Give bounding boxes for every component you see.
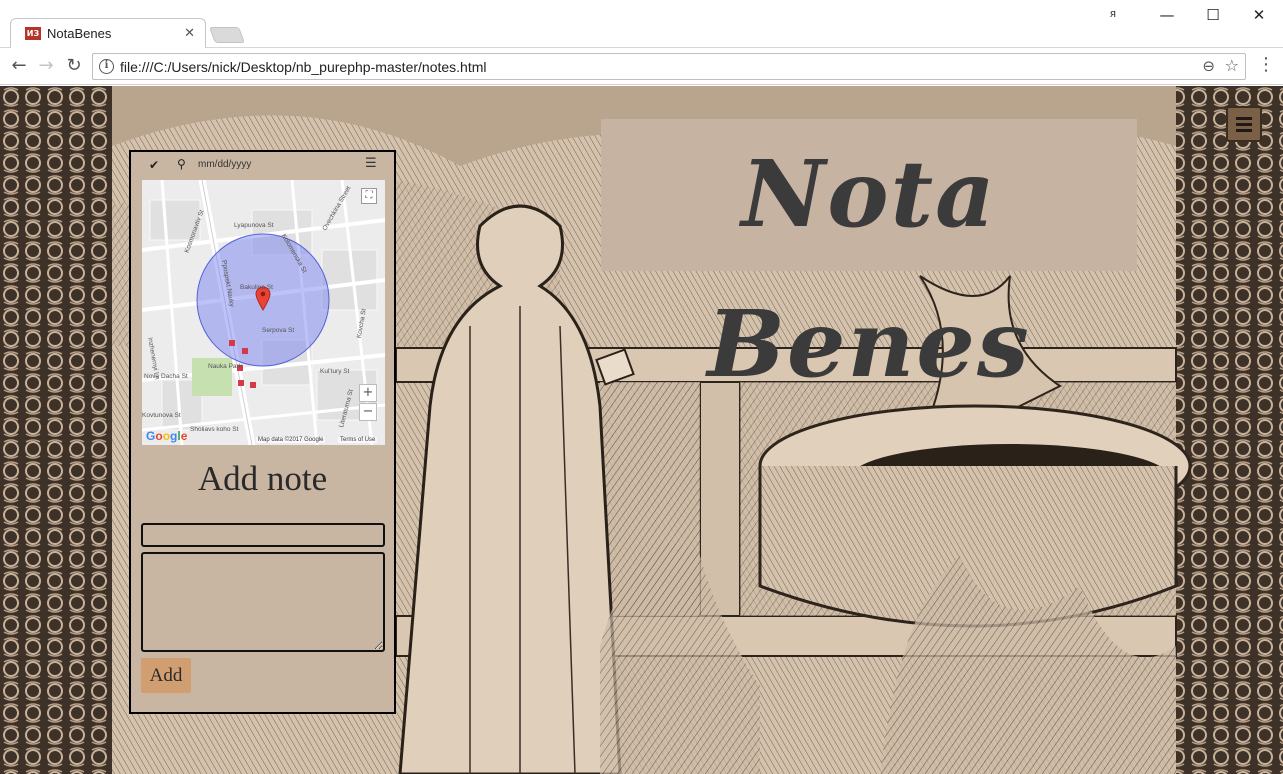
date-field[interactable]: mm/dd/yyyy — [198, 159, 251, 170]
zoom-icon[interactable]: ⊖ — [1202, 57, 1215, 75]
add-button[interactable]: Add — [141, 658, 191, 693]
logo-letter: G — [146, 429, 156, 443]
new-tab-button[interactable] — [209, 27, 245, 43]
back-button[interactable]: ← — [8, 55, 30, 77]
map-street-label: Serpova St — [262, 327, 295, 334]
logo-letter: e — [180, 429, 188, 443]
map-street-label: Kovtunova St — [142, 412, 181, 419]
menu-bar-icon — [1236, 123, 1252, 126]
browser-tab[interactable]: ИЗ NotaBenes ✕ — [10, 18, 206, 48]
map-street-label: Lyapunova St — [234, 222, 274, 229]
map-fullscreen-icon[interactable]: ⛶ — [361, 188, 377, 204]
location-map[interactable]: Kosmonavtiv St Lyapunova St Kolomenska S… — [142, 180, 385, 445]
logo-letter: o — [155, 429, 163, 443]
map-street-label: Bakulina St — [240, 284, 273, 291]
map-zoom-out-button[interactable]: − — [359, 403, 377, 421]
note-body-textarea[interactable] — [141, 552, 385, 652]
panel-menu-icon[interactable]: ☰ — [365, 156, 377, 171]
note-toolbar: ✔ ⚲ mm/dd/yyyy ☰ — [131, 152, 394, 180]
minimize-button[interactable]: — — [1144, 4, 1190, 30]
menu-bar-icon — [1236, 117, 1252, 120]
close-window-button[interactable]: ✕ — [1236, 4, 1282, 30]
tab-title: NotaBenes — [47, 26, 112, 41]
browser-titlebar: ИЗ NotaBenes ✕ я — ☐ ✕ — [0, 0, 1283, 48]
url-text[interactable]: file:///C:/Users/nick/Desktop/nb_purephp… — [120, 59, 487, 75]
note-title-input[interactable] — [141, 523, 385, 547]
add-note-panel: ✔ ⚲ mm/dd/yyyy ☰ Kosmonavtiv St Lyapunov… — [129, 150, 396, 714]
map-attribution: Map data ©2017 Google — [256, 437, 326, 443]
address-bar[interactable]: i file:///C:/Users/nick/Desktop/nb_purep… — [92, 53, 1246, 80]
check-icon[interactable]: ✔ — [149, 158, 159, 172]
favicon-icon: ИЗ — [25, 27, 41, 40]
browser-menu-icon[interactable]: ⋮ — [1257, 55, 1275, 77]
map-street-label: Kul'tury St — [320, 368, 350, 375]
map-street-label: Sholiavs koho St — [190, 426, 239, 433]
logo-letter: o — [162, 429, 171, 443]
browser-toolbar: ← → ↻ i file:///C:/Users/nick/Desktop/nb… — [0, 48, 1283, 85]
page-viewport: Nota Benes ✔ ⚲ mm/dd/yyyy ☰ Kosmonavtiv … — [0, 86, 1283, 774]
tab-close-icon[interactable]: ✕ — [184, 25, 195, 41]
menu-bar-icon — [1236, 129, 1252, 132]
map-street-label: Nova Dacha St — [144, 373, 188, 380]
google-logo: Google — [146, 429, 187, 443]
location-pin-icon[interactable]: ⚲ — [177, 157, 186, 171]
page-title: Nota Benes — [601, 119, 1137, 398]
site-info-icon[interactable]: i — [99, 59, 114, 74]
maximize-button[interactable]: ☐ — [1190, 4, 1236, 30]
add-note-heading: Add note — [197, 459, 328, 498]
map-zoom-in-button[interactable]: + — [359, 384, 377, 402]
site-menu-button[interactable] — [1226, 106, 1262, 142]
map-terms-link[interactable]: Terms of Use — [338, 437, 378, 443]
reload-button[interactable]: ↻ — [63, 55, 85, 77]
user-profile-icon[interactable]: я — [1110, 8, 1116, 20]
bookmark-star-icon[interactable]: ☆ — [1225, 56, 1239, 75]
map-park-label: Nauka Park — [208, 363, 242, 370]
forward-button[interactable]: → — [35, 55, 57, 77]
